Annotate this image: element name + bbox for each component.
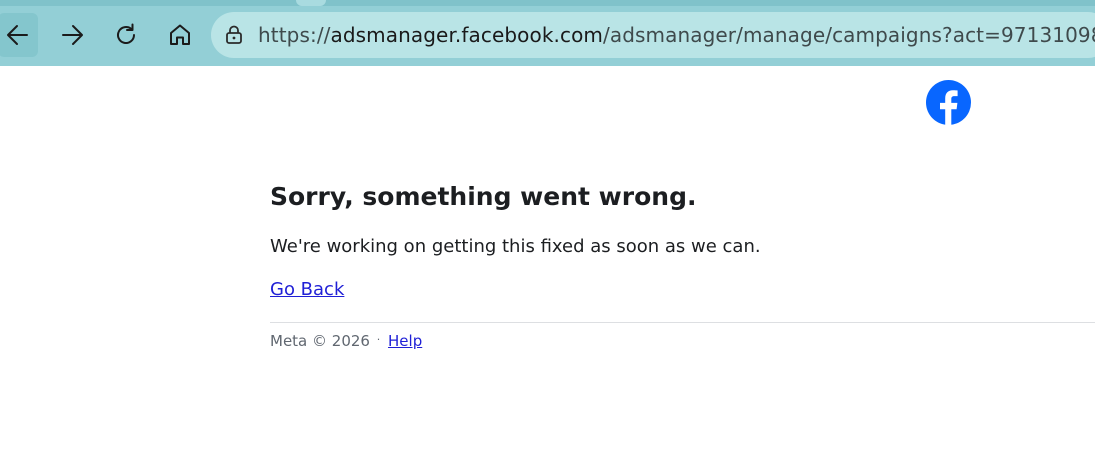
browser-toolbar: https://adsmanager.facebook.com/adsmanag… (0, 0, 1095, 66)
divider (270, 322, 1095, 323)
arrow-left-icon (7, 25, 28, 45)
home-icon (170, 24, 190, 45)
facebook-logo-icon[interactable] (926, 80, 971, 125)
url-scheme: https:// (258, 23, 331, 47)
reload-icon (117, 23, 135, 44)
footer-separator: · (376, 333, 381, 346)
back-button[interactable] (0, 13, 38, 57)
arrow-right-icon (62, 25, 83, 45)
home-button[interactable] (160, 13, 200, 57)
footer: Meta © 2026 · Help (270, 332, 422, 350)
url-host: adsmanager.facebook.com (330, 23, 604, 47)
address-bar[interactable]: https://adsmanager.facebook.com/adsmanag… (211, 12, 1095, 58)
url-text[interactable]: https://adsmanager.facebook.com/adsmanag… (258, 23, 1095, 47)
browser-window: https://adsmanager.facebook.com/adsmanag… (0, 0, 1095, 469)
forward-button[interactable] (52, 13, 92, 57)
tab-strip-edge (0, 0, 1095, 6)
error-message: We're working on getting this fixed as s… (270, 236, 761, 257)
footer-copyright: Meta © 2026 (270, 332, 370, 350)
page-content: Sorry, something went wrong. We're worki… (0, 66, 1095, 469)
reload-button[interactable] (106, 13, 146, 57)
lock-icon[interactable] (223, 24, 245, 46)
error-title: Sorry, something went wrong. (270, 182, 697, 211)
help-link[interactable]: Help (388, 332, 422, 350)
active-tab-edge[interactable] (296, 0, 326, 6)
url-path: /adsmanager/manage/campaigns?act=9713109… (603, 23, 1095, 47)
go-back-link[interactable]: Go Back (270, 279, 344, 300)
